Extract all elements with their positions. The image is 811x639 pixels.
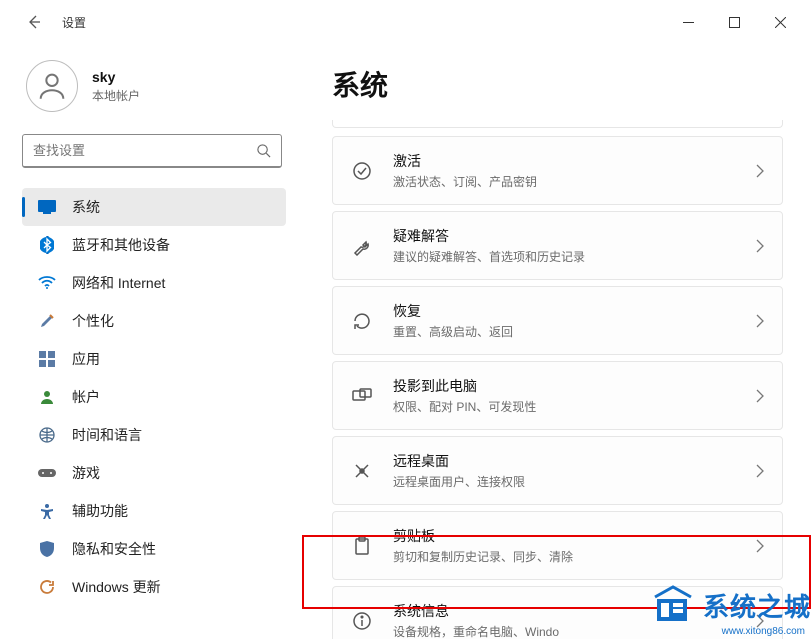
card-sub: 建议的疑难解答、首选项和历史记录 [393, 248, 748, 265]
nav-item-label: 隐私和安全性 [72, 539, 156, 559]
nav-item-network[interactable]: 网络和 Internet [22, 264, 286, 302]
card-title: 恢复 [393, 301, 748, 321]
remote-desktop-icon [351, 460, 373, 482]
globe-clock-icon [38, 426, 56, 444]
system-icon [38, 198, 56, 216]
nav-item-windows-update[interactable]: Windows 更新 [22, 568, 286, 606]
nav-item-label: 时间和语言 [72, 425, 142, 445]
update-icon [38, 578, 56, 596]
card-system-info[interactable]: 系统信息 设备规格，重命名电脑、Windo [332, 586, 783, 639]
nav-item-label: 系统 [72, 197, 100, 217]
nav-item-bluetooth[interactable]: 蓝牙和其他设备 [22, 226, 286, 264]
minimize-button[interactable] [665, 6, 711, 38]
card-title: 系统信息 [393, 601, 748, 621]
chevron-right-icon [756, 389, 764, 403]
nav-item-apps[interactable]: 应用 [22, 340, 286, 378]
recovery-icon [351, 310, 373, 332]
nav-item-label: 应用 [72, 349, 100, 369]
close-button[interactable] [757, 6, 803, 38]
profile-block[interactable]: sky 本地帐户 [22, 60, 298, 112]
chevron-right-icon [756, 164, 764, 178]
search-input[interactable] [33, 143, 256, 158]
search-icon [256, 143, 271, 158]
sidebar: sky 本地帐户 系统 蓝牙和其他设备 网络和 Internet [0, 44, 302, 639]
info-icon [351, 610, 373, 632]
card-sub: 剪切和复制历史记录、同步、清除 [393, 548, 748, 565]
profile-name: sky [92, 69, 140, 85]
card-sub: 权限、配对 PIN、可发现性 [393, 398, 748, 415]
nav-item-gaming[interactable]: 游戏 [22, 454, 286, 492]
window-controls [665, 6, 803, 38]
brush-icon [38, 312, 56, 330]
nav-item-label: 帐户 [72, 387, 100, 407]
maximize-icon [729, 17, 740, 28]
card-sub: 远程桌面用户、连接权限 [393, 473, 748, 490]
card-troubleshoot[interactable]: 疑难解答 建议的疑难解答、首选项和历史记录 [332, 211, 783, 280]
close-icon [775, 17, 786, 28]
wrench-icon [351, 235, 373, 257]
titlebar: 设置 [0, 0, 811, 44]
nav-item-time-language[interactable]: 时间和语言 [22, 416, 286, 454]
arrow-left-icon [26, 14, 42, 30]
nav-item-label: 个性化 [72, 311, 114, 331]
maximize-button[interactable] [711, 6, 757, 38]
search-box[interactable] [22, 134, 282, 168]
card-sub: 激活状态、订阅、产品密钥 [393, 173, 748, 190]
bluetooth-icon [38, 236, 56, 254]
nav-item-system[interactable]: 系统 [22, 188, 286, 226]
shield-icon [38, 540, 56, 558]
page-heading: 系统 [332, 64, 783, 104]
card-sub: 设备规格，重命名电脑、Windo [393, 623, 748, 639]
nav-item-label: 游戏 [72, 463, 100, 483]
nav-item-label: 网络和 Internet [72, 273, 165, 293]
check-circle-icon [351, 160, 373, 182]
accessibility-icon [38, 502, 56, 520]
avatar [26, 60, 78, 112]
card-title: 投影到此电脑 [393, 376, 748, 396]
nav-item-label: Windows 更新 [72, 577, 161, 597]
clipboard-icon [351, 535, 373, 557]
back-button[interactable] [20, 8, 48, 36]
card-title: 剪贴板 [393, 526, 748, 546]
gamepad-icon [38, 464, 56, 482]
watermark-url: www.xitong86.com [722, 626, 805, 637]
chevron-right-icon [756, 464, 764, 478]
nav-list: 系统 蓝牙和其他设备 网络和 Internet 个性化 应用 帐户 [22, 188, 298, 606]
card-title: 疑难解答 [393, 226, 748, 246]
profile-sub: 本地帐户 [92, 87, 140, 104]
card-recovery[interactable]: 恢复 重置、高级启动、返回 [332, 286, 783, 355]
project-icon [351, 385, 373, 407]
user-icon [35, 69, 69, 103]
nav-item-accounts[interactable]: 帐户 [22, 378, 286, 416]
nav-item-privacy[interactable]: 隐私和安全性 [22, 530, 286, 568]
nav-item-accessibility[interactable]: 辅助功能 [22, 492, 286, 530]
card-clipboard[interactable]: 剪贴板 剪切和复制历史记录、同步、清除 [332, 511, 783, 580]
app-title: 设置 [62, 14, 86, 31]
chevron-right-icon [756, 539, 764, 553]
chevron-right-icon [756, 239, 764, 253]
wifi-icon [38, 274, 56, 292]
main-panel: 系统 激活 激活状态、订阅、产品密钥 疑难解答 建议的疑难解答、首选项和历史记录… [302, 44, 811, 639]
card-activation[interactable]: 激活 激活状态、订阅、产品密钥 [332, 136, 783, 205]
card-title: 远程桌面 [393, 451, 748, 471]
nav-item-label: 蓝牙和其他设备 [72, 235, 170, 255]
card-title: 激活 [393, 151, 748, 171]
person-icon [38, 388, 56, 406]
nav-item-label: 辅助功能 [72, 501, 128, 521]
card-sub: 重置、高级启动、返回 [393, 323, 748, 340]
apps-icon [38, 350, 56, 368]
nav-item-personalization[interactable]: 个性化 [22, 302, 286, 340]
minimize-icon [683, 17, 694, 28]
card-remote-desktop[interactable]: 远程桌面 远程桌面用户、连接权限 [332, 436, 783, 505]
chevron-right-icon [756, 314, 764, 328]
card-project[interactable]: 投影到此电脑 权限、配对 PIN、可发现性 [332, 361, 783, 430]
card-partial-top [332, 120, 783, 128]
